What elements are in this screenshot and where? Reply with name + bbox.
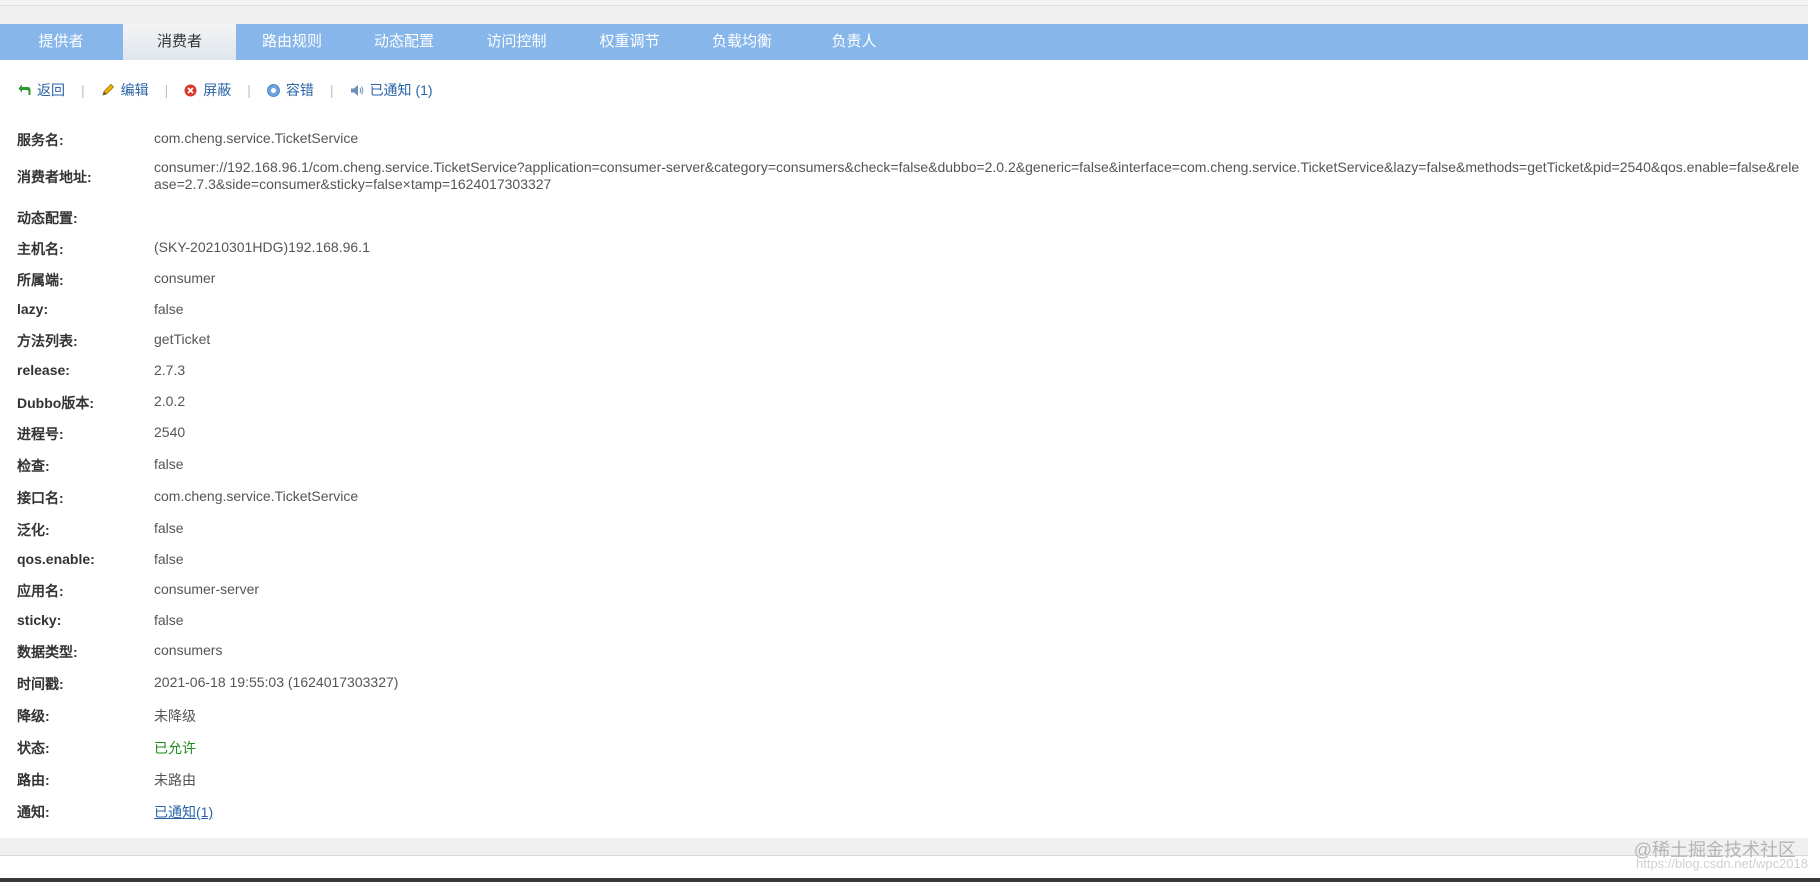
edit-button[interactable]: 编辑: [101, 80, 149, 100]
detail-value: com.cheng.service.TicketService: [154, 488, 359, 504]
detail-value: false: [154, 520, 184, 536]
tolerance-button[interactable]: 容错: [267, 80, 314, 100]
tab-weight-adjust[interactable]: 权重调节: [573, 24, 686, 60]
watermark-secondary: https://blog.csdn.net/wpc2018: [1635, 856, 1808, 871]
back-label: 返回: [37, 82, 65, 98]
detail-label: 时间戳:: [17, 676, 64, 692]
detail-label: 服务名:: [17, 132, 64, 148]
detail-label: 通知:: [17, 804, 50, 820]
edit-label: 编辑: [120, 82, 149, 98]
detail-label: 降级:: [17, 708, 50, 724]
detail-label: 状态:: [17, 740, 50, 756]
detail-value: false: [154, 612, 184, 628]
detail-value: 2.0.2: [154, 393, 186, 409]
tab-routing-rules[interactable]: 路由规则: [236, 24, 348, 60]
status-value: 已允许: [154, 740, 196, 756]
detail-label: lazy:: [17, 301, 49, 317]
tab-consumers[interactable]: 消费者: [123, 24, 236, 60]
tab-access-control[interactable]: 访问控制: [460, 24, 573, 60]
detail-value: consumer-server: [154, 581, 260, 597]
detail-value: false: [154, 551, 184, 567]
detail-label: 消费者地址:: [17, 169, 92, 185]
detail-value: (SKY-20210301HDG)192.168.96.1: [154, 239, 370, 255]
detail-value: 2540: [154, 424, 186, 440]
detail-value: getTicket: [154, 331, 211, 347]
detail-label: 检查:: [17, 458, 50, 474]
detail-label: 泛化:: [17, 522, 50, 538]
pencil-icon: [102, 83, 114, 96]
detail-value: consumers: [154, 642, 223, 658]
tolerance-icon: [267, 83, 280, 97]
detail-panel: 返回 | 编辑 | 屏蔽 | 容错 | 已通知 (1) 服务名: com.che…: [0, 60, 1808, 838]
detail-value: false: [154, 456, 184, 472]
detail-label: 所属端:: [17, 272, 64, 288]
tab-load-balance[interactable]: 负载均衡: [686, 24, 798, 60]
detail-label: 主机名:: [17, 241, 64, 257]
detail-value: consumer: [154, 270, 216, 286]
toolbar-separator: |: [164, 82, 169, 98]
detail-value: 2021-06-18 19:55:03 (1624017303327): [154, 674, 399, 690]
detail-value: 未降级: [154, 708, 196, 724]
bottom-divider: [0, 855, 1808, 856]
tab-bar: 提供者 消费者 路由规则 动态配置 访问控制 权重调节 负载均衡 负责人: [0, 24, 1808, 60]
detail-label: Dubbo版本:: [17, 395, 94, 411]
detail-label: 应用名:: [17, 583, 64, 599]
detail-label: sticky:: [17, 612, 62, 628]
tolerance-label: 容错: [285, 82, 314, 98]
detail-label: 动态配置:: [17, 210, 78, 226]
notified-button[interactable]: 已通知 (1): [350, 80, 433, 100]
back-arrow-icon: [18, 84, 31, 95]
toolbar-separator: |: [329, 82, 334, 98]
detail-label: 路由:: [17, 772, 50, 788]
shield-button[interactable]: 屏蔽: [184, 80, 231, 100]
detail-label: qos.enable:: [17, 551, 95, 567]
page-frame: 提供者 消费者 路由规则 动态配置 访问控制 权重调节 负载均衡 负责人 返回 …: [0, 6, 1808, 855]
toolbar-separator: |: [247, 82, 251, 98]
detail-label: 方法列表:: [17, 333, 78, 349]
notified-label: 已通知 (1): [369, 82, 433, 98]
tab-providers[interactable]: 提供者: [0, 24, 122, 60]
bottom-bar: [0, 878, 1820, 882]
detail-value: 未路由: [154, 772, 196, 788]
detail-value: consumer://192.168.96.1/com.cheng.servic…: [154, 159, 1800, 192]
shield-label: 屏蔽: [203, 82, 232, 98]
speaker-icon: [350, 84, 363, 96]
back-button[interactable]: 返回: [18, 80, 65, 100]
detail-label: 接口名:: [17, 490, 64, 506]
toolbar-separator: |: [81, 82, 85, 98]
toolbar: 返回 | 编辑 | 屏蔽 | 容错 | 已通知 (1): [18, 80, 433, 100]
tab-dynamic-config[interactable]: 动态配置: [348, 24, 460, 60]
notified-link[interactable]: 已通知(1): [154, 802, 1804, 822]
detail-label: 进程号:: [17, 426, 64, 442]
block-icon: [184, 84, 197, 96]
detail-value: 2.7.3: [154, 362, 186, 378]
detail-label: 数据类型:: [17, 644, 78, 660]
detail-value: false: [154, 301, 184, 317]
detail-value: com.cheng.service.TicketService: [154, 130, 359, 146]
detail-label: release:: [17, 362, 70, 378]
tab-owner[interactable]: 负责人: [798, 24, 910, 60]
